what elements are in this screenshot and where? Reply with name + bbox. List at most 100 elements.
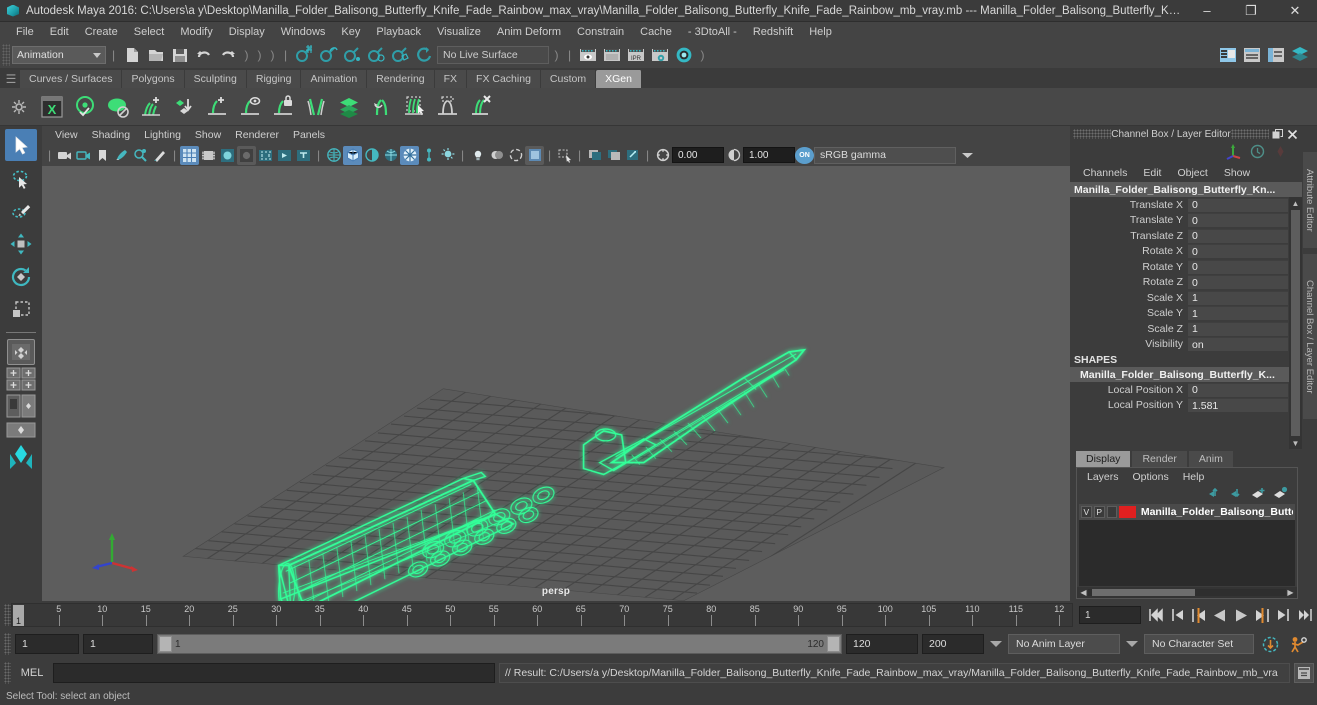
range-start-field[interactable]: 1 [83,634,153,654]
minimize-button[interactable]: – [1185,0,1229,22]
exposure-icon[interactable] [653,146,672,165]
attribute-value[interactable]: 1 [1188,306,1288,321]
auto-keyframe-icon[interactable] [1258,635,1282,654]
attribute-value[interactable]: 0 [1188,228,1288,243]
isolate-select-icon[interactable] [555,146,574,165]
live-surface-field[interactable]: No Live Surface [437,46,549,64]
grid-toggle-icon[interactable] [180,145,199,165]
shadows-icon[interactable] [487,146,506,165]
channel-menu-show[interactable]: Show [1217,166,1257,180]
play-backwards-icon[interactable] [1210,606,1229,625]
viewport-3d[interactable]: persp [42,166,1070,601]
paint-select-tool[interactable] [5,195,37,227]
viewport-region-icon[interactable] [623,146,642,165]
attribute-row[interactable]: Scale X 1 [1070,290,1302,306]
attribute-value[interactable]: 0 [1188,197,1288,212]
layer-list[interactable]: V P Manilla_Folder_Balisong_Butte [1079,504,1295,586]
safe-title-icon[interactable] [294,146,313,165]
shelf-tab-polygons[interactable]: Polygons [122,70,185,88]
layer-new-icon[interactable] [1251,486,1266,502]
current-time-indicator[interactable]: 1 [13,605,24,626]
go-to-end-icon[interactable] [1294,606,1313,625]
xray-icon[interactable] [400,145,419,165]
shelf-tab-xgen[interactable]: XGen [596,70,642,88]
hypershade-layout[interactable] [5,442,37,472]
menu-visualize[interactable]: Visualize [429,24,489,40]
snap-grid-icon[interactable] [293,44,315,66]
persp-outliner-layout[interactable] [6,366,36,392]
snap-curve-icon[interactable] [317,44,339,66]
menu-3dtoall[interactable]: - 3DtoAll - [680,24,745,40]
viewport-menu-panels[interactable]: Panels [286,128,332,142]
tab-render[interactable]: Render [1132,451,1187,467]
menu-redshift[interactable]: Redshift [745,24,801,40]
step-back-keyframe-icon[interactable] [1168,606,1187,625]
image-plane-icon[interactable] [112,146,131,165]
xgen-lock-icon[interactable] [267,91,299,123]
attribute-row[interactable]: Rotate Y 0 [1070,259,1302,275]
render-current-frame-icon[interactable] [601,44,623,66]
color-management-field[interactable]: sRGB gamma [814,146,956,164]
channel-menu-channels[interactable]: Channels [1076,166,1134,180]
hypershade-icon[interactable] [673,44,695,66]
wireframe-shaded-icon[interactable] [324,146,343,165]
2d-pan-zoom-icon[interactable] [131,146,150,165]
attribute-value[interactable]: 0 [1188,259,1288,274]
attribute-row[interactable]: Visibility on [1070,337,1302,353]
character-set-field[interactable]: No Character Set [1144,634,1254,654]
tab-display[interactable]: Display [1076,451,1131,467]
xgen-layers-icon[interactable] [333,91,365,123]
attribute-row[interactable]: Scale Y 1 [1070,306,1302,322]
xgen-part-icon[interactable] [300,91,332,123]
attribute-row[interactable]: Scale Z 1 [1070,321,1302,337]
menu-select[interactable]: Select [126,24,173,40]
attribute-value[interactable]: 0 [1188,244,1288,259]
motion-blur-icon[interactable] [525,145,544,165]
channel-menu-edit[interactable]: Edit [1136,166,1168,180]
field-chart-icon[interactable] [256,146,275,165]
step-back-frame-icon[interactable] [1189,606,1208,625]
scroll-up-icon[interactable]: ▲ [1292,197,1300,209]
channel-menu-object[interactable]: Object [1170,166,1214,180]
open-scene-icon[interactable] [145,44,167,66]
manipulator-axis-icon[interactable] [1224,143,1242,164]
menu-cache[interactable]: Cache [632,24,680,40]
shelf-tab-fx-caching[interactable]: FX Caching [467,70,541,88]
shelf-tab-animation[interactable]: Animation [301,70,368,88]
menu-help[interactable]: Help [801,24,840,40]
command-input[interactable] [53,663,495,683]
maximize-button[interactable]: ❐ [1229,0,1273,22]
show-attribute-editor-icon[interactable] [1241,44,1263,66]
attribute-value[interactable]: 0 [1188,275,1288,290]
tab-anim[interactable]: Anim [1188,451,1233,467]
anim-start-field[interactable]: 1 [15,634,79,654]
show-channel-box-icon[interactable] [1217,44,1239,66]
close-icon[interactable] [1286,128,1299,141]
attribute-value[interactable]: 0 [1188,213,1288,228]
xgen-preview-icon[interactable] [69,91,101,123]
close-button[interactable]: ✕ [1273,0,1317,22]
menu-display[interactable]: Display [221,24,273,40]
shelf-tab-rigging[interactable]: Rigging [246,70,302,88]
redo-icon[interactable] [217,44,239,66]
attribute-row[interactable]: Rotate Z 0 [1070,275,1302,291]
gate-mask-icon[interactable] [237,145,256,165]
menu-modify[interactable]: Modify [172,24,220,40]
menu-windows[interactable]: Windows [273,24,334,40]
smooth-shade-icon[interactable] [343,145,362,165]
layer-menu-options[interactable]: Options [1127,470,1175,484]
scroll-left-icon[interactable]: ◀ [1079,588,1088,597]
camera-attributes-icon[interactable] [55,146,74,165]
xgen-guide-icon[interactable] [102,91,134,123]
menu-anim-deform[interactable]: Anim Deform [489,24,569,40]
range-end-field[interactable]: 120 [846,634,918,654]
xgen-delete-icon[interactable] [465,91,497,123]
attribute-row[interactable]: Translate Z 0 [1070,228,1302,244]
step-forward-frame-icon[interactable] [1252,606,1271,625]
layer-move-up-icon[interactable] [1207,486,1222,502]
layer-move-down-icon[interactable] [1229,486,1244,502]
menu-edit[interactable]: Edit [42,24,77,40]
attribute-value[interactable]: 0 [1188,382,1288,397]
range-slider[interactable]: 1 120 [157,634,842,654]
shelf-tab-fx[interactable]: FX [434,70,468,88]
